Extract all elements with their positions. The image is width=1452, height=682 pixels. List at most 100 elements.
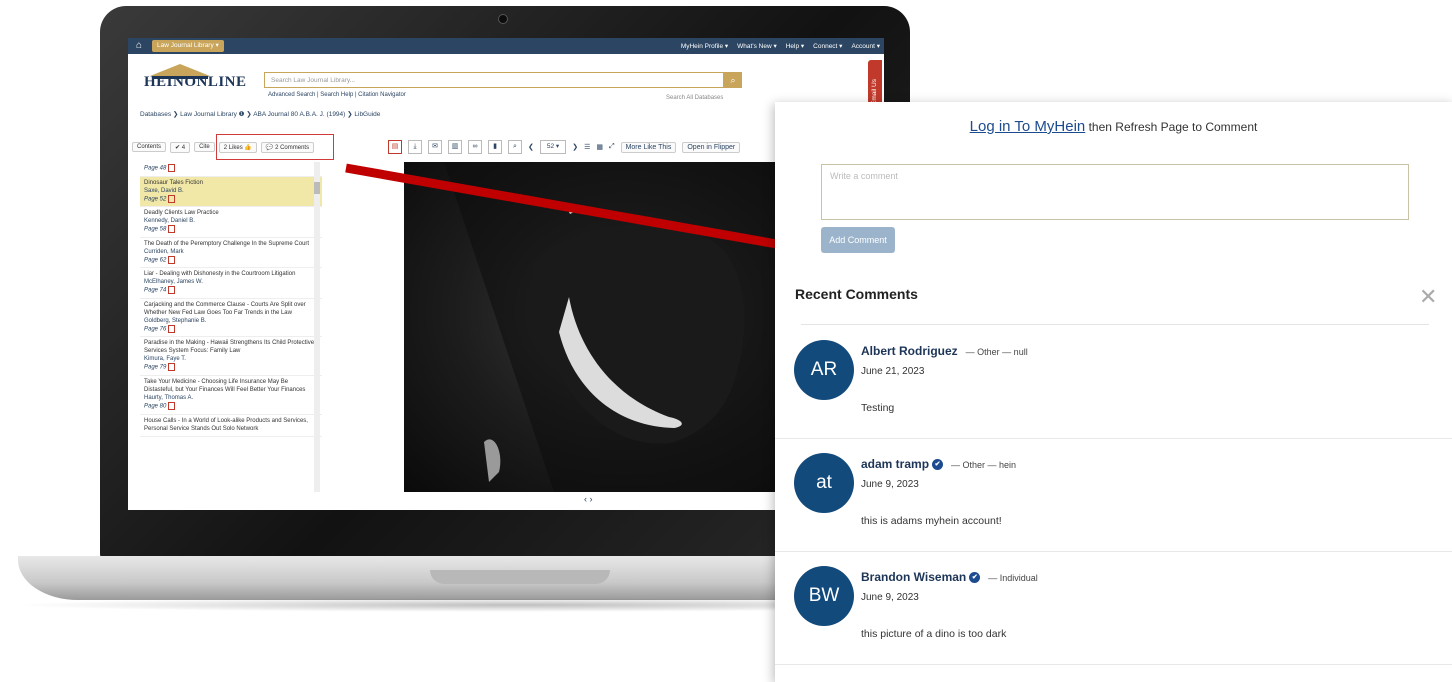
- checkmark-count[interactable]: ✔ 4: [170, 141, 191, 153]
- close-icon[interactable]: ✕: [1419, 286, 1437, 308]
- contents-tab[interactable]: Contents: [132, 142, 167, 152]
- toc-item[interactable]: Paradise in the Making - Hawaii Strength…: [140, 337, 322, 377]
- toc-page-label: Page 52: [144, 196, 167, 203]
- toc-item-page-link[interactable]: Page 74: [144, 286, 318, 295]
- toc-item[interactable]: Dinosaur Tales Fiction Saxe, David B. Page…: [140, 176, 322, 208]
- comment-author-meta: — Other — hein: [951, 460, 1017, 470]
- download-icon[interactable]: ⤓: [408, 140, 422, 154]
- toc-item-page-link[interactable]: Page 52: [144, 194, 318, 204]
- toc-item[interactable]: Deadly Clients Law Practice Kennedy, Dani…: [140, 207, 322, 238]
- search-input[interactable]: Search Law Journal Library...: [264, 72, 724, 88]
- toc-item[interactable]: Carjacking and the Commerce Clause - Cou…: [140, 299, 322, 338]
- table-of-contents: Page 48 Dinosaur Tales Fiction Saxe, David…: [140, 162, 322, 492]
- bookmark-icon[interactable]: ▮: [488, 140, 502, 154]
- toc-page-label: Page 80: [144, 403, 167, 410]
- toc-item[interactable]: Liar - Dealing with Dishonesty in the Co…: [140, 268, 322, 299]
- comment-date: June 21, 2023: [861, 366, 925, 377]
- nav-help[interactable]: Help ▾: [786, 42, 804, 50]
- comment-author-meta: — Other — null: [965, 347, 1028, 357]
- toc-item-page-link[interactable]: Page 62: [144, 255, 318, 265]
- toc-item-author: Haurty, Thomas A.: [144, 395, 194, 402]
- toc-item-title: The Death of the Peremptory Challenge In…: [144, 240, 310, 247]
- comment-author-line: Albert Rodriguez — Other — null: [861, 344, 1028, 358]
- toc-page-label: Page 76: [144, 326, 167, 333]
- toc-item-page-link[interactable]: Page 79: [144, 363, 318, 372]
- search-all-databases-checkbox[interactable]: Search All Databases: [666, 95, 723, 101]
- expand-icon[interactable]: ⤢: [609, 143, 615, 151]
- avatar: BW: [794, 566, 854, 626]
- nav-whats-new[interactable]: What's New ▾: [737, 42, 777, 50]
- search-button[interactable]: ⌕: [724, 72, 742, 88]
- comment-author-name[interactable]: Brandon Wiseman: [861, 570, 966, 584]
- toc-item-page-link[interactable]: Page 48: [144, 164, 318, 173]
- pdf-icon[interactable]: [168, 324, 176, 333]
- toc-page-label: Page 48: [144, 165, 167, 172]
- toc-item-author: Goldberg, Stephanie B.: [144, 317, 207, 324]
- toc-item-page-link[interactable]: Page 76: [144, 324, 318, 334]
- comment-input[interactable]: Write a comment: [821, 164, 1409, 220]
- previous-page-icon[interactable]: ❮: [528, 143, 534, 151]
- logo-text: HEINONLINE: [144, 74, 247, 90]
- next-page-icon[interactable]: ❯: [572, 143, 578, 151]
- toc-item-title: Dinosaur Tales Fiction: [144, 179, 203, 186]
- search-icon: ⌕: [730, 75, 736, 85]
- comment-text: this is adams myhein account!: [861, 515, 1002, 527]
- open-in-flipper-button[interactable]: Open in Flipper: [682, 141, 741, 153]
- pdf-icon[interactable]: [168, 225, 176, 234]
- pdf-icon[interactable]: [168, 255, 176, 264]
- page-select[interactable]: 52 ▾: [539, 140, 567, 154]
- document-icon[interactable]: ▥: [448, 140, 462, 154]
- toc-page-label: Page 74: [144, 287, 167, 294]
- toc-item-title: House Calls - In a World of Look-alike P…: [144, 417, 308, 432]
- nav-connect[interactable]: Connect ▾: [813, 42, 842, 50]
- arrow-pointer: [345, 163, 832, 264]
- likes-comments-highlight: [216, 134, 334, 160]
- toc-item-title: Carjacking and the Commerce Clause - Cou…: [144, 301, 306, 316]
- toc-item-title: Take Your Medicine - Choosing Life Insur…: [144, 379, 306, 394]
- email-icon[interactable]: ✉: [428, 140, 442, 154]
- comment-author-meta: — Individual: [988, 573, 1038, 583]
- pdf-icon[interactable]: [168, 286, 176, 295]
- toc-item-page-link[interactable]: Page 58: [144, 225, 318, 234]
- comment-item: at adam tramp ✔ — Other — hein June 9, 2023 t…: [775, 439, 1452, 552]
- toc-scrollbar[interactable]: [314, 162, 320, 492]
- toc-item[interactable]: Page 48: [140, 162, 322, 177]
- recent-comments-heading: Recent Comments: [795, 286, 918, 302]
- comment-author-name[interactable]: Albert Rodriguez: [861, 344, 958, 358]
- verified-icon: ✔: [932, 459, 944, 471]
- add-comment-button[interactable]: Add Comment: [821, 227, 895, 253]
- more-like-this-button[interactable]: More Like This: [620, 141, 677, 153]
- top-navigation: ⌂ Law Journal Library ▾ MyHein Profile ▾…: [128, 38, 884, 54]
- pdf-icon[interactable]: [168, 363, 176, 372]
- comment-author-name[interactable]: adam tramp: [861, 457, 929, 471]
- grid-view-icon[interactable]: ▦: [596, 143, 603, 151]
- nav-myhein-profile[interactable]: MyHein Profile ▾: [681, 42, 728, 50]
- list-view-icon[interactable]: ☰: [584, 143, 590, 151]
- search-links[interactable]: Advanced Search | Search Help | Citation…: [268, 92, 406, 98]
- cite-button[interactable]: Cite: [194, 142, 215, 152]
- login-prompt: Log in To MyHein then Refresh Page to Co…: [775, 118, 1452, 135]
- toc-item[interactable]: The Death of the Peremptory Challenge In…: [140, 238, 322, 269]
- divider: [775, 664, 1452, 665]
- link-icon[interactable]: ∞: [468, 140, 482, 154]
- avatar: at: [794, 453, 854, 513]
- toc-page-label: Page 79: [144, 365, 167, 372]
- pdf-icon[interactable]: ▤: [388, 140, 402, 154]
- nav-account[interactable]: Account ▾: [851, 42, 880, 50]
- pdf-icon[interactable]: [168, 194, 176, 203]
- library-menu[interactable]: Law Journal Library ▾: [152, 40, 224, 52]
- toc-item[interactable]: Take Your Medicine - Choosing Life Insur…: [140, 376, 322, 415]
- toc-item-page-link[interactable]: Page 80: [144, 402, 318, 411]
- toc-item-author: Kimura, Faye T.: [144, 356, 186, 363]
- breadcrumb[interactable]: Databases ❯ Law Journal Library ❶ ❯ ABA …: [140, 110, 380, 118]
- login-link[interactable]: Log in To MyHein: [970, 118, 1086, 135]
- zoom-icon[interactable]: ⌕: [508, 140, 522, 154]
- pdf-icon[interactable]: [168, 402, 176, 411]
- avatar: AR: [794, 340, 854, 400]
- pdf-icon[interactable]: [168, 164, 176, 172]
- toc-scrollbar-thumb[interactable]: [314, 182, 320, 194]
- toc-item[interactable]: House Calls - In a World of Look-alike P…: [140, 415, 322, 437]
- library-home-icon[interactable]: ⌂: [132, 40, 146, 52]
- comment-author-line: adam tramp ✔ — Other — hein: [861, 457, 1016, 471]
- pager[interactable]: ‹ ›: [584, 494, 593, 504]
